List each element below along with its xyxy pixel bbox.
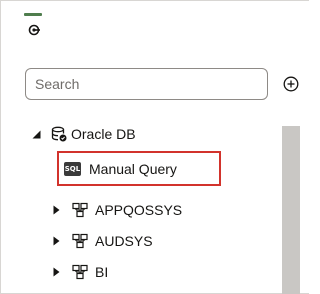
schema-icon <box>72 202 88 218</box>
tree-item-label: BI <box>95 264 109 280</box>
add-button[interactable] <box>281 74 301 94</box>
tree-item-bi[interactable]: BI <box>51 260 108 284</box>
tree-item-label: AUDSYS <box>95 233 153 249</box>
tree-item-label: Oracle DB <box>71 126 136 142</box>
tree-item-oracle-db[interactable]: Oracle DB <box>31 122 136 146</box>
tree-item-appqossys[interactable]: APPQOSSYS <box>51 198 182 222</box>
expand-icon[interactable] <box>51 267 61 277</box>
selection-highlight <box>57 151 221 186</box>
active-tab-indicator <box>24 13 42 16</box>
search-input[interactable] <box>35 76 258 92</box>
data-panel <box>0 0 309 294</box>
schema-icon <box>72 233 88 249</box>
plus-circle-icon <box>283 76 299 92</box>
tree-scrollbar[interactable] <box>282 126 300 294</box>
expand-icon[interactable] <box>51 205 61 215</box>
expand-icon[interactable] <box>51 236 61 246</box>
tree-item-audsys[interactable]: AUDSYS <box>51 229 153 253</box>
connection-panel-icon[interactable] <box>27 23 41 37</box>
connection-icon <box>28 24 40 36</box>
tree-item-label: APPQOSSYS <box>95 202 183 218</box>
database-icon <box>51 126 67 142</box>
schema-icon <box>72 264 88 280</box>
search-field[interactable] <box>25 68 268 100</box>
collapse-icon[interactable] <box>31 129 41 139</box>
